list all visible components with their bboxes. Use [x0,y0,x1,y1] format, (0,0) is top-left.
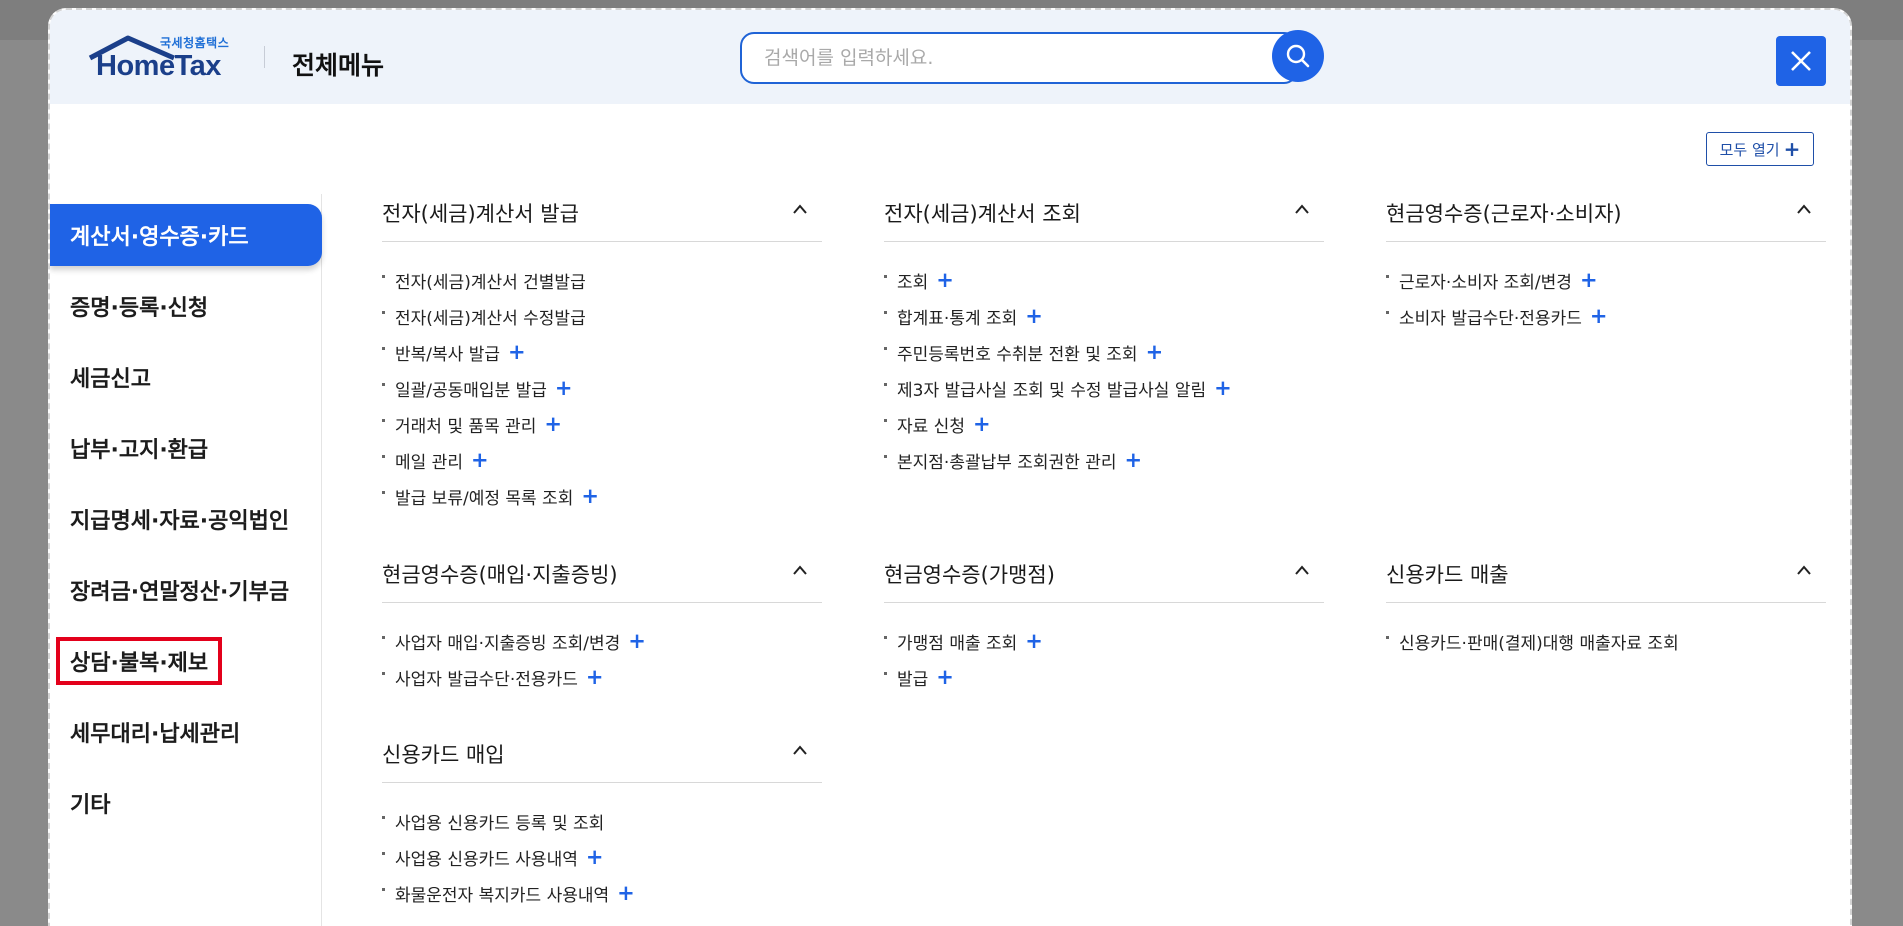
sidebar-item-payment-refund[interactable]: 납부·고지·환급 [50,417,322,479]
open-all-label: 모두 열기 [1719,140,1780,159]
sidebar-item-consult-appeal-report[interactable]: 상담·불복·제보 [50,630,322,692]
hometax-logo[interactable]: 국세청홈택스 HomeTax [88,32,248,84]
plus-icon: + [585,844,604,869]
chevron-up-icon [793,204,807,214]
section-credit-card-purchase: 신용카드 매입 사업용 신용카드 등록 및 조회 사업용 신용카드 사용내역 + … [382,725,822,911]
section-header[interactable]: 전자(세금)계산서 발급 [382,184,822,242]
chevron-up-icon [1797,565,1811,575]
list-item[interactable]: 메일 관리 + [382,442,822,478]
search-input[interactable] [740,32,1298,84]
section-header[interactable]: 전자(세금)계산서 조회 [884,184,1324,242]
list-item[interactable]: 반복/복사 발급 + [382,334,822,370]
sidebar-item-payment-statement[interactable]: 지급명세·자료·공익법인 [50,488,322,550]
chevron-up-icon [1295,204,1309,214]
list-item[interactable]: 합계표·통계 조회 + [884,298,1324,334]
search-button[interactable] [1272,30,1324,82]
plus-icon: + [936,664,954,689]
sidebar-item-certificate-registration[interactable]: 증명·등록·신청 [50,275,322,337]
sidebar-item-invoice-receipt-card[interactable]: 계산서·영수증·카드 [50,204,322,266]
logo-text: HomeTax [96,50,221,82]
section-header[interactable]: 신용카드 매입 [382,725,822,783]
section-cash-receipt-merchant: 현금영수증(가맹점) 가맹점 매출 조회 + 발급 + [884,545,1324,695]
list-item[interactable]: 화물운전자 복지카드 사용내역 + [382,875,822,911]
list-item[interactable]: 전자(세금)계산서 건별발급 [382,262,822,298]
plus-icon: + [1589,303,1608,328]
list-item[interactable]: 자료 신청 + [884,406,1324,442]
list-item[interactable]: 사업자 발급수단·전용카드 + [382,659,822,695]
plus-icon: + [544,411,562,436]
list-item[interactable]: 거래처 및 품목 관리 + [382,406,822,442]
plus-icon: + [1025,628,1043,653]
logo-divider [264,46,265,68]
list-item[interactable]: 발급 보류/예정 목록 조회 + [382,478,822,514]
plus-icon: + [554,375,573,400]
plus-icon: + [1214,375,1232,400]
open-all-button[interactable]: 모두 열기 + [1706,132,1814,166]
sidebar-item-other[interactable]: 기타 [50,772,322,834]
list-item[interactable]: 근로자·소비자 조회/변경 + [1386,262,1826,298]
list-item[interactable]: 사업용 신용카드 등록 및 조회 [382,803,822,839]
logo-subtitle: 국세청홈택스 [160,36,230,50]
section-credit-card-sales: 신용카드 매출 신용카드·판매(결제)대행 매출자료 조회 [1386,545,1826,659]
plus-icon: + [470,447,489,472]
list-item[interactable]: 전자(세금)계산서 수정발급 [382,298,822,334]
plus-icon: + [617,880,635,905]
plus-icon: + [1025,303,1043,328]
list-item[interactable]: 일괄/공동매입분 발급 + [382,370,822,406]
plus-icon: + [1579,267,1598,292]
close-button[interactable] [1776,36,1826,86]
plus-icon: + [507,339,526,364]
chevron-up-icon [793,565,807,575]
chevron-up-icon [1797,204,1811,214]
list-item[interactable]: 제3자 발급사실 조회 및 수정 발급사실 알림 + [884,370,1324,406]
section-e-invoice-inquiry: 전자(세금)계산서 조회 조회 + 합계표·통계 조회 + 주민등록번호 수취분 전… [884,184,1324,478]
search-icon [1286,44,1310,68]
section-header[interactable]: 현금영수증(매입·지출증빙) [382,545,822,603]
chevron-up-icon [1295,565,1309,575]
modal-header: 국세청홈택스 HomeTax 전체메뉴 [50,10,1850,104]
plus-icon: + [581,483,599,508]
list-item[interactable]: 본지점·총괄납부 조회권한 관리 + [884,442,1324,478]
close-icon [1791,51,1811,71]
sidebar-item-incentive-yearend[interactable]: 장려금·연말정산·기부금 [50,559,322,621]
search-bar [740,30,1340,86]
section-cash-receipt-consumer: 현금영수증(근로자·소비자) 근로자·소비자 조회/변경 + 소비자 발급수단·전… [1386,184,1826,334]
list-item[interactable]: 사업자 매입·지출증빙 조회/변경 + [382,623,822,659]
full-menu-modal: 국세청홈택스 HomeTax 전체메뉴 모두 열기 + 계산서·영수증·카드 [48,8,1852,926]
page-title: 전체메뉴 [292,51,385,80]
sidebar-item-tax-agent[interactable]: 세무대리·납세관리 [50,701,322,763]
list-item[interactable]: 조회 + [884,262,1324,298]
plus-icon: + [1783,137,1801,161]
plus-icon: + [1145,339,1164,364]
section-header[interactable]: 현금영수증(가맹점) [884,545,1324,603]
section-cash-receipt-purchase: 현금영수증(매입·지출증빙) 사업자 매입·지출증빙 조회/변경 + 사업자 발급… [382,545,822,695]
plus-icon: + [1124,447,1143,472]
list-item[interactable]: 사업용 신용카드 사용내역 + [382,839,822,875]
list-item[interactable]: 가맹점 매출 조회 + [884,623,1324,659]
section-header[interactable]: 신용카드 매출 [1386,545,1826,603]
plus-icon: + [628,628,646,653]
category-sidebar: 계산서·영수증·카드 증명·등록·신청 세금신고 납부·고지·환급 지급명세·자… [50,194,322,926]
sidebar-item-tax-return[interactable]: 세금신고 [50,346,322,408]
list-item[interactable]: 신용카드·판매(결제)대행 매출자료 조회 [1386,623,1826,659]
section-e-invoice-issue: 전자(세금)계산서 발급 전자(세금)계산서 건별발급 전자(세금)계산서 수정… [382,184,822,514]
list-item[interactable]: 주민등록번호 수취분 전환 및 조회 + [884,334,1324,370]
chevron-up-icon [793,745,807,755]
list-item[interactable]: 발급 + [884,659,1324,695]
section-header[interactable]: 현금영수증(근로자·소비자) [1386,184,1826,242]
plus-icon: + [972,411,991,436]
plus-icon: + [585,664,604,689]
plus-icon: + [936,267,954,292]
list-item[interactable]: 소비자 발급수단·전용카드 + [1386,298,1826,334]
